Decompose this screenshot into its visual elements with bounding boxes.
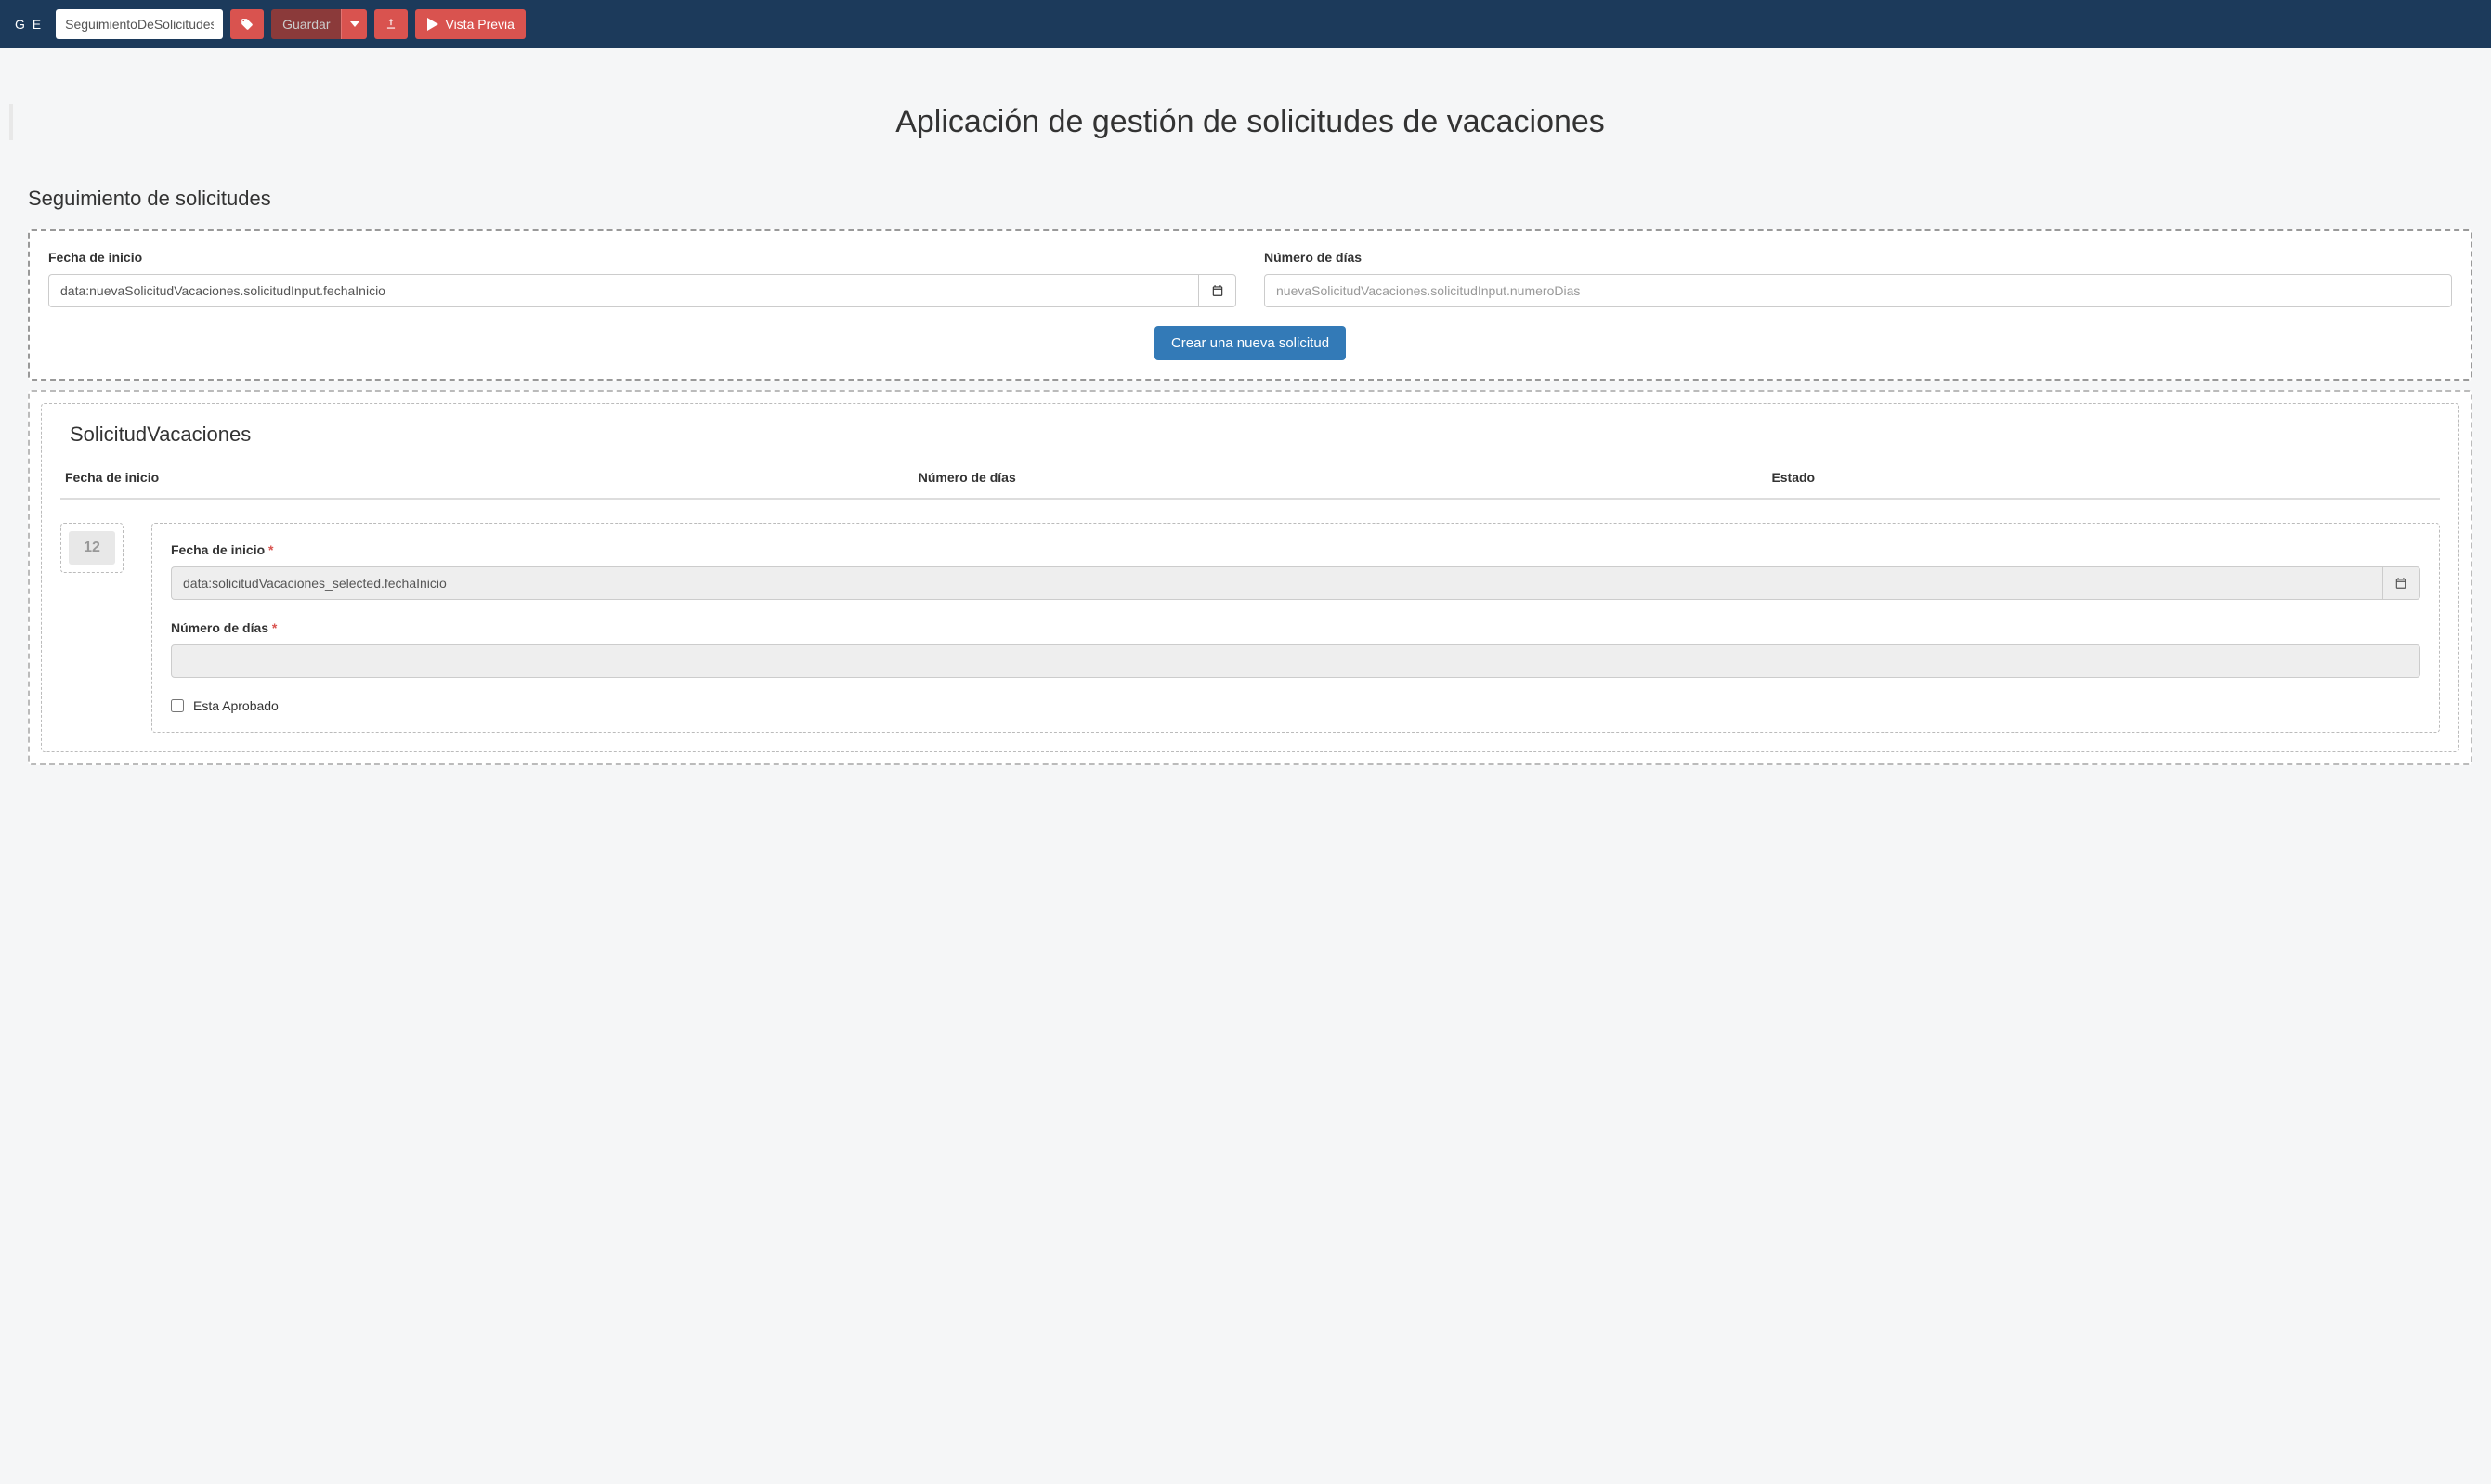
numero-dias-label: Número de días bbox=[1264, 250, 2452, 265]
row-number: 12 bbox=[69, 531, 115, 565]
preview-button-label: Vista Previa bbox=[445, 17, 514, 32]
fecha-inicio-calendar-button[interactable] bbox=[1198, 274, 1236, 307]
detail-form-panel: Fecha de inicio * Número de días * bbox=[151, 523, 2440, 733]
save-dropdown-button[interactable] bbox=[341, 9, 367, 39]
required-indicator: * bbox=[268, 542, 273, 557]
export-icon bbox=[385, 18, 398, 31]
col-fecha-inicio: Fecha de inicio bbox=[65, 470, 919, 485]
content-area: Aplicación de gestión de solicitudes de … bbox=[0, 48, 2491, 784]
numero-dias-group: Número de días bbox=[1264, 250, 2452, 307]
logo-text: G E bbox=[9, 17, 48, 32]
list-outer-panel: SolicitudVacaciones Fecha de inicio Núme… bbox=[28, 390, 2472, 765]
save-button-group: Guardar bbox=[271, 9, 367, 39]
detail-fecha-calendar-button[interactable] bbox=[2382, 566, 2420, 600]
page-name-input[interactable] bbox=[56, 9, 223, 39]
export-button[interactable] bbox=[374, 9, 408, 39]
tag-icon bbox=[241, 18, 254, 31]
row-number-wrap: 12 bbox=[60, 523, 124, 573]
detail-row: 12 Fecha de inicio * bbox=[60, 523, 2440, 733]
numero-dias-input[interactable] bbox=[1264, 274, 2452, 307]
caret-down-icon bbox=[350, 20, 359, 29]
fecha-inicio-input[interactable] bbox=[48, 274, 1198, 307]
detail-fecha-input bbox=[171, 566, 2382, 600]
col-estado: Estado bbox=[1771, 470, 2435, 485]
save-button[interactable]: Guardar bbox=[271, 9, 341, 39]
preview-button[interactable]: Vista Previa bbox=[415, 9, 525, 39]
aprobado-checkbox[interactable] bbox=[171, 699, 184, 712]
required-indicator: * bbox=[272, 620, 277, 635]
fecha-inicio-group: Fecha de inicio bbox=[48, 250, 1236, 307]
col-numero-dias: Número de días bbox=[919, 470, 1772, 485]
create-request-button[interactable]: Crear una nueva solicitud bbox=[1154, 326, 1346, 360]
detail-fecha-label: Fecha de inicio * bbox=[171, 542, 2420, 557]
calendar-icon bbox=[1211, 284, 1224, 297]
page-title: Aplicación de gestión de solicitudes de … bbox=[28, 104, 2472, 140]
topbar: G E Guardar Vista Previa bbox=[0, 0, 2491, 48]
aprobado-checkbox-row: Esta Aprobado bbox=[171, 698, 2420, 713]
play-icon bbox=[426, 18, 439, 31]
aprobado-label: Esta Aprobado bbox=[193, 698, 279, 713]
list-inner-panel: SolicitudVacaciones Fecha de inicio Núme… bbox=[41, 403, 2459, 752]
create-request-panel: Fecha de inicio Número de días Crear una… bbox=[28, 229, 2472, 381]
tag-button[interactable] bbox=[230, 9, 264, 39]
detail-dias-label: Número de días * bbox=[171, 620, 2420, 635]
calendar-icon bbox=[2394, 577, 2407, 590]
detail-fecha-group: Fecha de inicio * bbox=[171, 542, 2420, 600]
fecha-inicio-label: Fecha de inicio bbox=[48, 250, 1236, 265]
list-title: SolicitudVacaciones bbox=[60, 423, 2440, 447]
detail-dias-group: Número de días * bbox=[171, 620, 2420, 678]
section-title: Seguimiento de solicitudes bbox=[28, 187, 2472, 211]
table-header: Fecha de inicio Número de días Estado bbox=[60, 470, 2440, 500]
detail-dias-input bbox=[171, 644, 2420, 678]
